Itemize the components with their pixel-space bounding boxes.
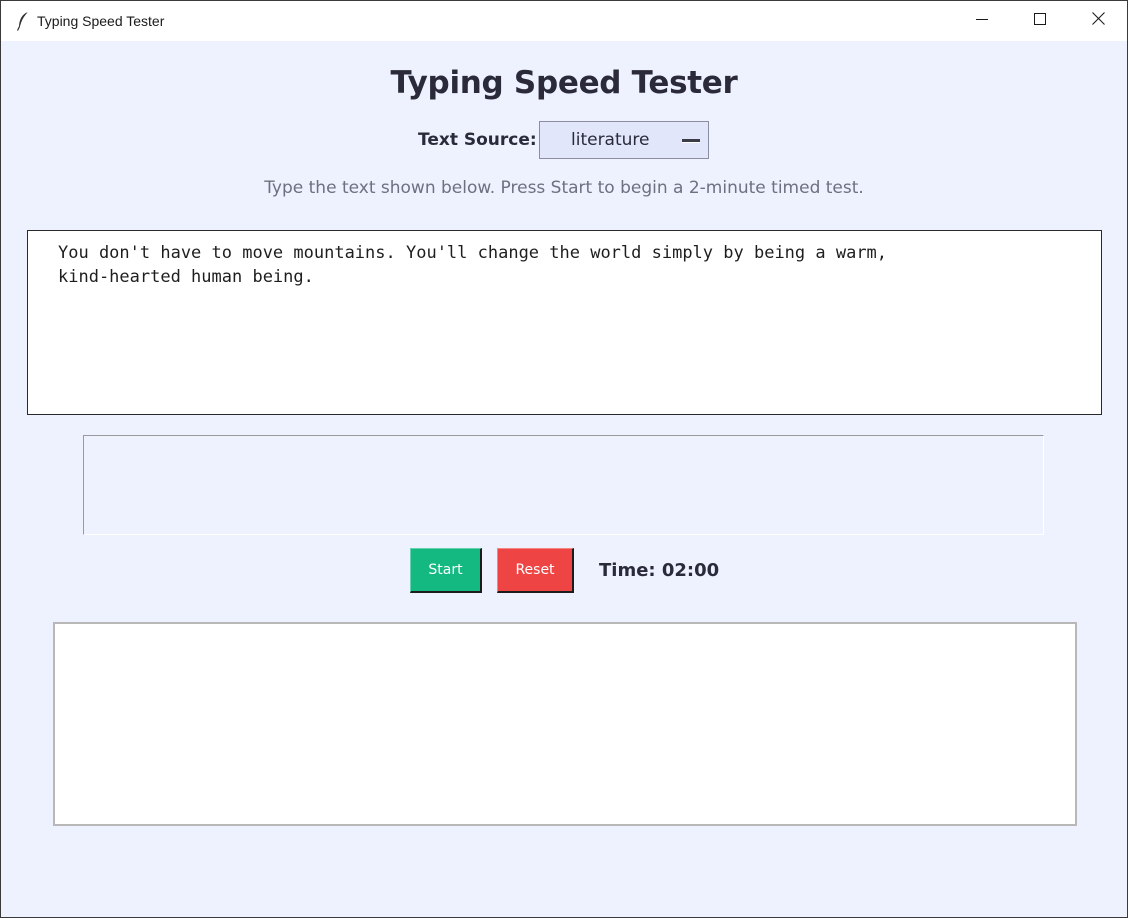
maximize-button[interactable]: [1011, 1, 1069, 41]
page-title: Typing Speed Tester: [390, 65, 738, 101]
typing-input[interactable]: [83, 435, 1044, 535]
text-source-select[interactable]: literature: [539, 121, 709, 159]
timer-display: Time: 02:00: [599, 560, 720, 581]
title-bar[interactable]: Typing Speed Tester: [1, 1, 1127, 41]
close-icon: [1091, 12, 1105, 30]
instructions-text: Type the text shown below. Press Start t…: [264, 178, 864, 198]
results-box: [53, 622, 1077, 826]
sample-text: You don't have to move mountains. You'll…: [58, 243, 888, 287]
feather-icon: [13, 10, 33, 32]
option-menu-indicator-icon: [682, 139, 700, 142]
text-source-value: literature: [571, 130, 650, 150]
minimize-icon: [976, 12, 988, 30]
sample-text-box: You don't have to move mountains. You'll…: [27, 230, 1102, 415]
close-button[interactable]: [1069, 1, 1127, 41]
text-source-label: Text Source:: [418, 130, 537, 150]
window-title: Typing Speed Tester: [37, 13, 165, 29]
start-button[interactable]: Start: [410, 548, 482, 593]
maximize-icon: [1034, 12, 1046, 30]
app-window: Typing Speed Tester Typing Speed Tester …: [0, 0, 1128, 918]
minimize-button[interactable]: [953, 1, 1011, 41]
reset-button[interactable]: Reset: [497, 548, 574, 593]
window-controls: [953, 1, 1127, 41]
